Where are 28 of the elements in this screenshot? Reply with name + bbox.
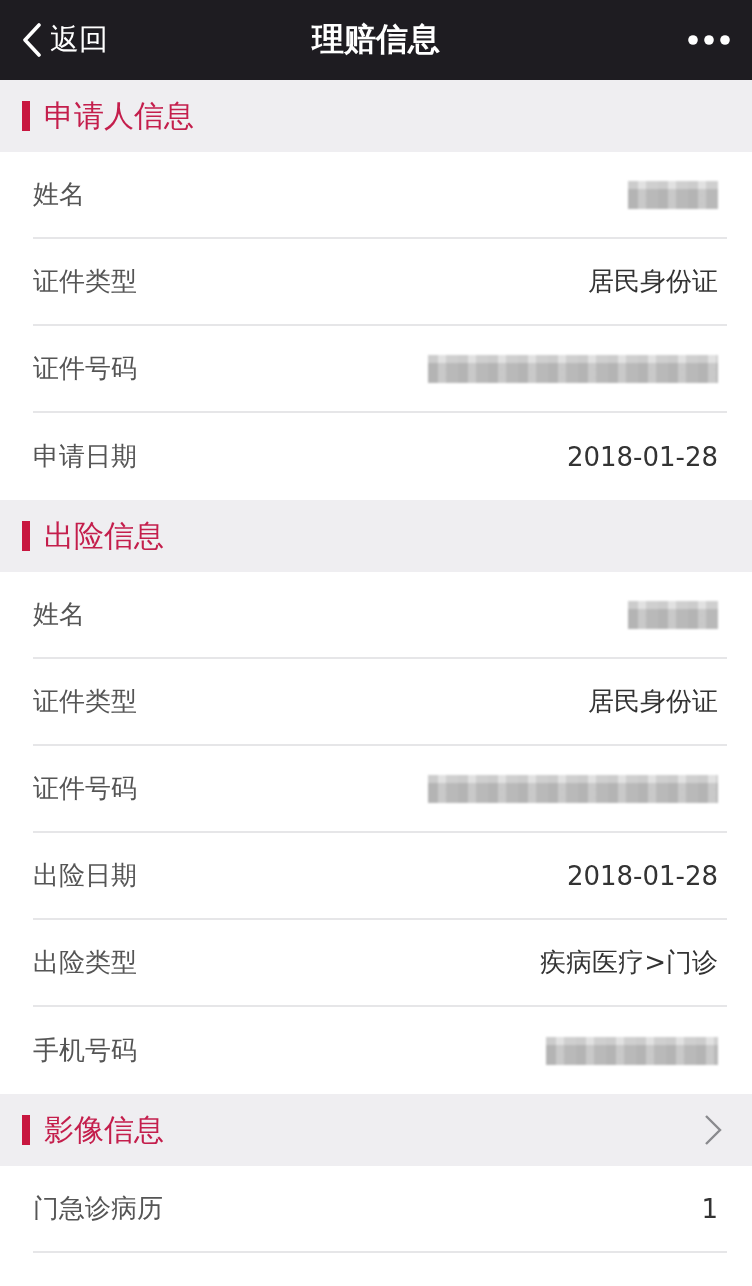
- row-label: 手机号码: [33, 1034, 137, 1067]
- section-header[interactable]: 影像信息: [0, 1094, 752, 1166]
- row-label: 姓名: [33, 598, 85, 631]
- row-value: 2018-01-28: [566, 860, 718, 891]
- row-label: 出险类型: [33, 946, 137, 979]
- row-label: 证件类型: [33, 265, 137, 298]
- row-label: 证件号码: [33, 352, 137, 385]
- row-value: 1: [701, 1193, 718, 1224]
- row-value: 疾病医疗>门诊: [540, 946, 718, 979]
- section-title: 申请人信息: [44, 96, 194, 135]
- row-label: 证件类型: [33, 685, 137, 718]
- chevron-left-icon: [22, 23, 42, 57]
- row-label: 出险日期: [33, 859, 137, 892]
- row-value: 居民身份证: [588, 265, 718, 298]
- more-dots-icon: [688, 35, 730, 45]
- back-button[interactable]: 返回: [22, 20, 108, 60]
- section-title: 影像信息: [44, 1110, 164, 1149]
- section-title: 出险信息: [44, 516, 164, 555]
- row-label: 申请日期: [33, 440, 137, 473]
- page-title: 理赔信息: [312, 19, 440, 60]
- row-label: 姓名: [33, 178, 85, 211]
- row-label: 证件号码: [33, 772, 137, 805]
- row-value: 居民身份证: [588, 685, 718, 718]
- section-marker-icon: [22, 101, 30, 131]
- row-value: 2018-01-28: [566, 441, 718, 472]
- section-marker-icon: [22, 521, 30, 551]
- row-label: 门急诊病历: [33, 1192, 163, 1225]
- section-marker-icon: [22, 1115, 30, 1145]
